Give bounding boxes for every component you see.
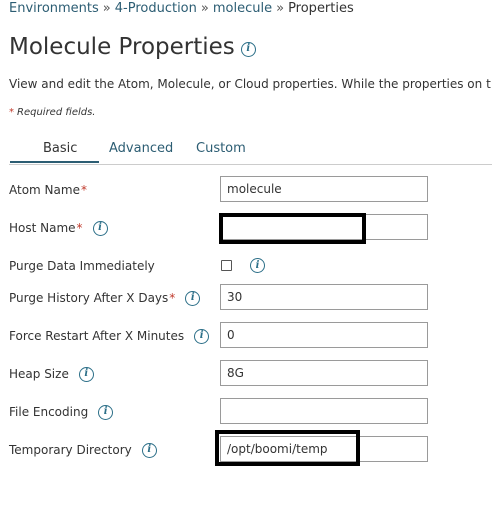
force-restart-input[interactable]: 0 — [220, 322, 428, 348]
breadcrumb-production-link[interactable]: 4-Production — [115, 1, 197, 16]
required-fields-text: Required fields. — [17, 107, 96, 118]
force-restart-label-text: Force Restart After X Minutes — [9, 329, 185, 343]
info-icon[interactable]: i — [240, 41, 256, 57]
breadcrumb-environments-link[interactable]: Environments — [9, 1, 99, 16]
info-icon[interactable]: i — [98, 404, 114, 420]
file-encoding-label: File Encoding i — [9, 404, 114, 420]
tab-advanced[interactable]: Advanced — [109, 140, 173, 157]
heap-size-input[interactable]: 8G — [220, 360, 428, 386]
purge-history-label-text: Purge History After X Days — [9, 291, 169, 305]
file-encoding-label-text: File Encoding — [9, 405, 89, 419]
temp-directory-label-text: Temporary Directory — [9, 443, 132, 457]
info-icon[interactable]: i — [141, 442, 157, 458]
page-title-text: Molecule Properties — [9, 34, 235, 60]
breadcrumb-separator: » — [102, 1, 111, 16]
atom-name-label: Atom Name * — [9, 182, 87, 198]
host-name-label-text: Host Name — [9, 221, 76, 235]
required-marker: * — [9, 107, 14, 118]
active-tab-indicator — [10, 161, 99, 163]
page-description: View and edit the Atom, Molecule, or Clo… — [9, 77, 491, 91]
force-restart-label: Force Restart After X Minutes i — [9, 328, 210, 344]
atom-name-label-text: Atom Name — [9, 183, 80, 197]
file-encoding-input[interactable] — [220, 398, 428, 424]
tab-custom[interactable]: Custom — [196, 140, 246, 157]
heap-size-label-text: Heap Size — [9, 367, 69, 381]
required-marker: * — [80, 183, 87, 197]
page-title: Molecule Properties i — [9, 33, 256, 61]
breadcrumb-current: Properties — [288, 1, 354, 16]
breadcrumb: Environments» 4-Production» molecule» Prope… — [9, 0, 354, 17]
tab-basic[interactable]: Basic — [43, 140, 77, 157]
required-marker: * — [76, 221, 83, 235]
breadcrumb-molecule-link[interactable]: molecule — [213, 1, 272, 16]
temp-directory-label: Temporary Directory i — [9, 442, 157, 458]
breadcrumb-separator: » — [200, 1, 209, 16]
purge-history-label: Purge History After X Days * i — [9, 290, 201, 306]
purge-history-input[interactable]: 30 — [220, 284, 428, 310]
purge-data-label: Purge Data Immediately — [9, 259, 155, 273]
purge-data-checkbox[interactable] — [221, 260, 232, 271]
info-icon[interactable]: i — [194, 328, 210, 344]
required-fields-note: * Required fields. — [9, 107, 95, 118]
heap-size-label: Heap Size i — [9, 366, 94, 382]
breadcrumb-separator: » — [276, 1, 285, 16]
required-marker: * — [169, 291, 176, 305]
info-icon[interactable]: i — [92, 220, 108, 236]
redaction-box — [219, 213, 366, 244]
info-icon[interactable]: i — [185, 290, 201, 306]
atom-name-input[interactable]: molecule — [220, 176, 428, 202]
host-name-label: Host Name * i — [9, 220, 108, 236]
info-icon[interactable]: i — [78, 366, 94, 382]
info-icon[interactable]: i — [250, 258, 265, 273]
highlight-box — [215, 430, 360, 466]
